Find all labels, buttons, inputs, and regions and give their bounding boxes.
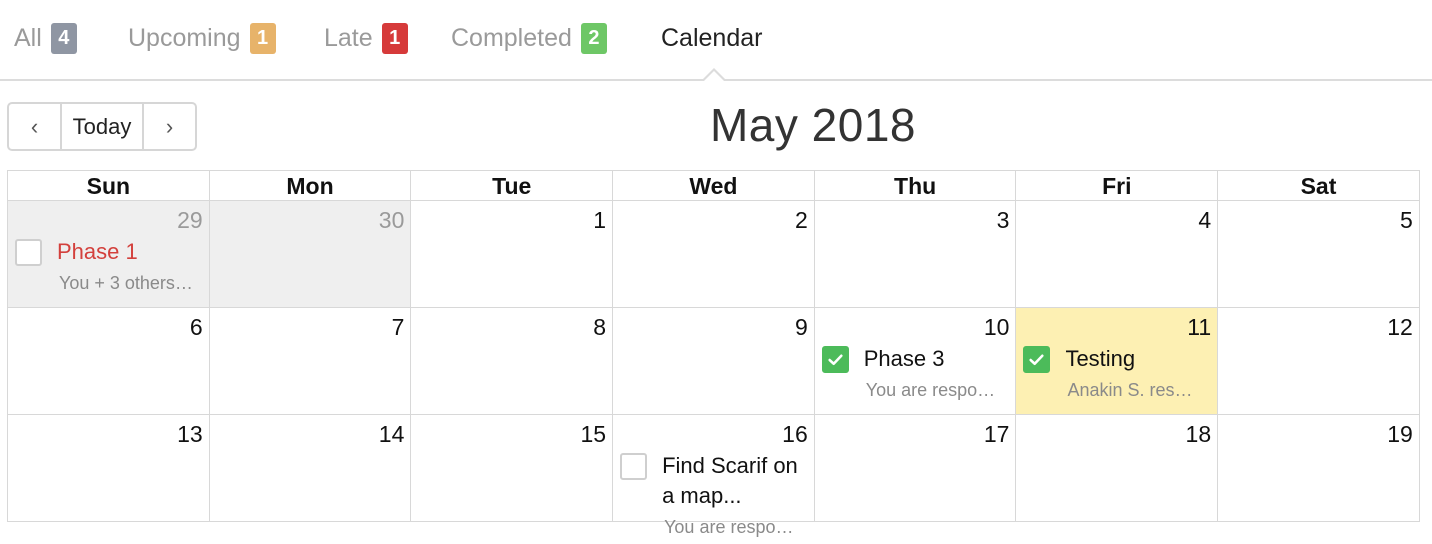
checkbox[interactable] xyxy=(620,453,648,480)
next-month-button[interactable]: › xyxy=(144,104,195,149)
event-assignee: You are respo… xyxy=(865,380,996,400)
day-cell[interactable]: 15 xyxy=(411,415,614,522)
event-title[interactable]: Phase 1 xyxy=(57,237,138,267)
day-cell-today[interactable]: 11 Testing Anakin S. res… xyxy=(1016,308,1219,415)
event-assignee: You are respo… xyxy=(664,517,794,537)
calendar-event[interactable]: Testing Anakin S. res… xyxy=(1023,346,1211,401)
tab-upcoming[interactable]: Upcoming 1 xyxy=(128,22,276,54)
day-number: 11 xyxy=(1187,314,1212,340)
event-title[interactable]: Find Scarif on a map... xyxy=(662,451,808,511)
day-cell[interactable]: 18 xyxy=(1016,415,1219,522)
day-number: 3 xyxy=(996,207,1010,233)
checkmark-icon xyxy=(1028,351,1045,368)
tab-label: Upcoming xyxy=(128,23,241,52)
week-row: 29 Phase 1 You + 3 others… 30 1 2 3 4 5 xyxy=(8,201,1420,308)
day-number: 1 xyxy=(593,207,607,233)
weekday-label: Thu xyxy=(814,171,1017,201)
count-badge: 4 xyxy=(50,22,77,54)
weekday-label: Tue xyxy=(411,171,614,201)
day-number: 5 xyxy=(1400,207,1413,233)
day-number: 7 xyxy=(391,314,405,340)
day-cell[interactable]: 7 xyxy=(209,308,412,415)
weekday-label: Sun xyxy=(8,171,210,201)
day-number: 9 xyxy=(794,314,808,340)
event-line: Testing xyxy=(1023,346,1211,374)
day-cell[interactable]: 10 Phase 3 You are respo… xyxy=(814,308,1017,415)
weekday-label: Wed xyxy=(613,171,815,201)
tab-all[interactable]: All 4 xyxy=(14,22,77,54)
day-number: 29 xyxy=(177,207,203,233)
today-button[interactable]: Today xyxy=(62,104,144,149)
day-cell[interactable]: 12 xyxy=(1218,308,1420,415)
calendar-event[interactable]: Phase 1 You + 3 others… xyxy=(15,239,203,294)
day-cell[interactable]: 3 xyxy=(814,201,1017,308)
day-cell[interactable]: 6 xyxy=(8,308,210,415)
day-cell[interactable]: 2 xyxy=(613,201,815,308)
tab-late[interactable]: Late 1 xyxy=(324,22,408,54)
event-line: Phase 1 xyxy=(15,239,203,267)
checkmark-icon xyxy=(827,351,844,368)
event-line: Phase 3 xyxy=(821,344,1010,374)
day-number: 2 xyxy=(794,207,808,233)
calendar-grid: Sun Mon Tue Wed Thu Fri Sat 29 Phase 1 You + 3 o… xyxy=(7,170,1420,537)
day-number: 16 xyxy=(782,421,808,447)
day-number: 4 xyxy=(1198,207,1212,233)
calendar-nav: ‹ Today › xyxy=(7,102,197,151)
day-cell[interactable]: 17 xyxy=(814,415,1017,522)
day-number: 30 xyxy=(378,207,405,233)
tab-label: Completed xyxy=(451,23,572,52)
weekday-label: Mon xyxy=(209,171,412,201)
checkbox[interactable] xyxy=(15,239,42,266)
day-cell[interactable]: 8 xyxy=(411,308,614,415)
weekday-label: Sat xyxy=(1218,171,1420,201)
day-number: 6 xyxy=(189,314,203,340)
event-assignee: You + 3 others… xyxy=(59,273,193,293)
event-title[interactable]: Phase 3 xyxy=(864,344,945,374)
count-badge: 2 xyxy=(580,22,607,54)
chevron-left-icon: ‹ xyxy=(30,113,39,139)
day-number: 13 xyxy=(177,421,203,447)
event-title[interactable]: Testing xyxy=(1065,344,1135,374)
day-cell[interactable]: 5 xyxy=(1218,201,1420,308)
day-number: 17 xyxy=(983,421,1010,447)
tab-completed[interactable]: Completed 2 xyxy=(451,22,607,54)
calendar-event[interactable]: Find Scarif on a map... You are respo… xyxy=(620,453,808,538)
day-number: 12 xyxy=(1387,314,1413,340)
tab-label: Calendar xyxy=(661,23,763,52)
day-cell[interactable]: 16 Find Scarif on a map... You are respo… xyxy=(613,415,815,537)
checkbox-checked[interactable] xyxy=(821,346,849,373)
day-number: 8 xyxy=(593,314,607,340)
day-number: 10 xyxy=(983,314,1010,340)
day-number: 15 xyxy=(580,421,607,447)
active-tab-indicator-fill xyxy=(703,71,725,82)
count-badge: 1 xyxy=(249,22,276,54)
day-number: 18 xyxy=(1185,421,1212,447)
tab-calendar[interactable]: Calendar xyxy=(661,22,762,54)
checkbox-checked[interactable] xyxy=(1023,346,1051,373)
count-badge: 1 xyxy=(381,22,408,54)
week-row: 6 7 8 9 10 Phase 3 You are respo… 11 Testing Anak… xyxy=(8,308,1420,415)
prev-month-button[interactable]: ‹ xyxy=(9,104,62,149)
day-number: 19 xyxy=(1387,421,1413,447)
day-cell[interactable]: 19 xyxy=(1218,415,1420,522)
day-cell[interactable]: 1 xyxy=(411,201,614,308)
day-cell[interactable]: 9 xyxy=(613,308,815,415)
day-number: 14 xyxy=(378,421,405,447)
calendar-event[interactable]: Phase 3 You are respo… xyxy=(821,344,1010,401)
day-cell[interactable]: 13 xyxy=(8,415,210,522)
weekday-label: Fri xyxy=(1016,171,1219,201)
day-cell[interactable]: 4 xyxy=(1016,201,1219,308)
day-cell[interactable]: 14 xyxy=(209,415,412,522)
chevron-right-icon: › xyxy=(165,113,174,139)
event-line: Find Scarif on a map... xyxy=(620,453,808,511)
day-cell[interactable]: 29 Phase 1 You + 3 others… xyxy=(8,201,210,308)
weekday-header: Sun Mon Tue Wed Thu Fri Sat xyxy=(8,171,1420,201)
tab-label: All xyxy=(14,23,42,52)
tab-label: Late xyxy=(324,23,373,52)
day-cell[interactable]: 30 xyxy=(209,201,412,308)
month-title: May 2018 xyxy=(709,99,916,151)
week-row: 13 14 15 16 Find Scarif on a map... You are r… xyxy=(8,415,1420,537)
event-assignee: Anakin S. res… xyxy=(1067,380,1193,400)
